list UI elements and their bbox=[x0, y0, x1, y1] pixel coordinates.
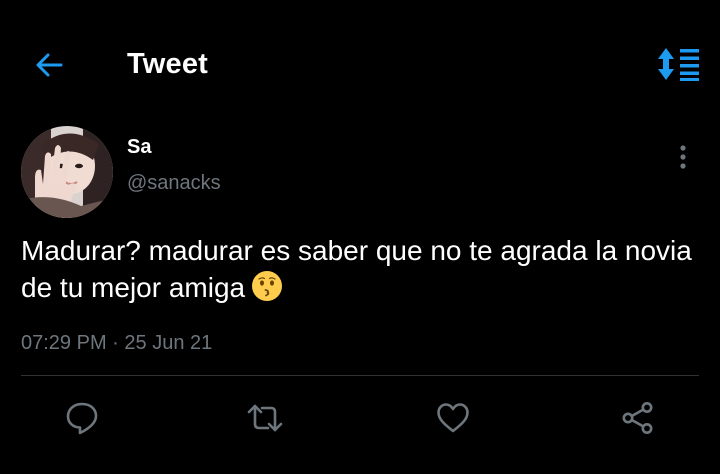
avatar-photo bbox=[21, 126, 113, 218]
reply-button[interactable] bbox=[62, 398, 102, 438]
page-title: Tweet bbox=[127, 48, 209, 80]
tweet-text-content: Madurar? madurar es saber que no te agra… bbox=[21, 235, 692, 303]
back-button[interactable] bbox=[30, 46, 68, 84]
top-app-bar: Tweet bbox=[0, 0, 720, 128]
retweet-icon bbox=[247, 404, 283, 432]
tweet-date: 25 Jun 21 bbox=[124, 332, 213, 354]
reply-icon bbox=[66, 402, 98, 435]
tweet-text: Madurar? madurar es saber que no te agra… bbox=[21, 232, 701, 306]
sort-button[interactable] bbox=[655, 46, 701, 82]
timestamp-separator: · bbox=[106, 332, 125, 354]
kissing-face-emoji bbox=[252, 271, 283, 301]
more-options-button[interactable] bbox=[670, 142, 696, 172]
tweet-timestamp: 07:29 PM · 25 Jun 21 bbox=[21, 330, 212, 356]
avatar[interactable] bbox=[21, 126, 113, 218]
share-icon bbox=[622, 402, 653, 434]
like-button[interactable] bbox=[433, 398, 473, 438]
sort-list-icon bbox=[658, 48, 699, 81]
tweet-time: 07:29 PM bbox=[21, 332, 107, 354]
retweet-button[interactable] bbox=[245, 398, 285, 438]
share-button[interactable] bbox=[618, 398, 658, 438]
more-vertical-icon bbox=[680, 145, 686, 169]
display-name[interactable]: Sa bbox=[127, 135, 151, 159]
back-arrow-icon bbox=[36, 53, 63, 77]
divider bbox=[21, 375, 699, 376]
like-icon bbox=[437, 403, 469, 433]
user-handle[interactable]: @sanacks bbox=[127, 171, 221, 195]
